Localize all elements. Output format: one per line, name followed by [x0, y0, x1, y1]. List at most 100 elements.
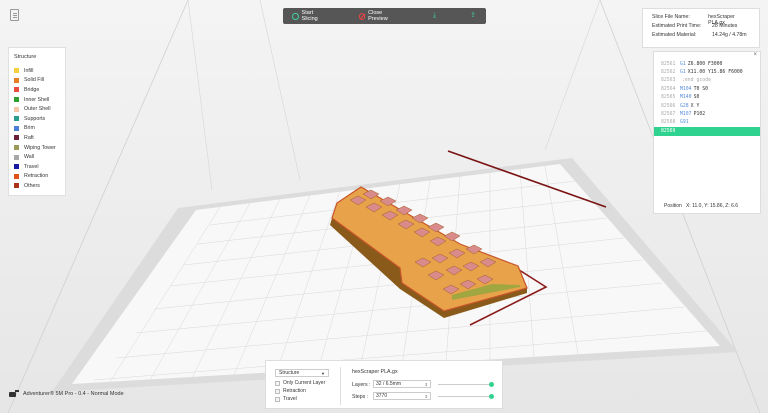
status-bar: Adventurer® 5M Pro - 0.4 - Normal Mode	[9, 390, 124, 398]
position-readout: Position X: 11.0, Y: 15.86, Z: 6.6	[664, 203, 738, 209]
info-key: Estimated Material:	[652, 32, 697, 38]
color-swatch	[14, 125, 19, 131]
legend-label: Wall	[24, 154, 35, 161]
gcode-cmd: G1	[680, 61, 686, 67]
legend-item: Raft	[14, 133, 60, 143]
legend-item: Outer Shell	[14, 104, 60, 114]
retraction-checkbox[interactable]: Retraction	[275, 388, 306, 394]
structure-legend: Structure Infill Solid Fill Bridge Inner Sh…	[8, 47, 66, 196]
legend-label: Brim	[24, 125, 35, 132]
color-swatch	[14, 135, 19, 141]
info-value: 14.24g / 4.78m	[712, 32, 747, 38]
gcode-arg: P102	[693, 112, 706, 118]
gcode-ln: 82562	[661, 70, 676, 76]
close-preview-label: Close Preview	[368, 10, 388, 22]
checkbox-box[interactable]	[275, 396, 280, 402]
color-swatch	[14, 173, 19, 179]
legend-item: Travel	[14, 162, 60, 172]
legend-label: Solid Fill	[24, 77, 45, 84]
file-name: hexScraper PLA.gx	[352, 369, 398, 375]
gcode-cmd: G1	[680, 70, 686, 76]
file-icon[interactable]	[10, 9, 19, 21]
block-icon	[358, 12, 366, 20]
start-slicing-button[interactable]: Start Slicing	[289, 10, 331, 22]
gcode-line[interactable]: 82564 M104 T0 S0	[654, 85, 760, 93]
position-label: Position	[664, 203, 682, 209]
legend-item: Others	[14, 181, 60, 191]
gcode-cmd: M107	[680, 112, 692, 118]
info-row: Estimated Material: 14.24g / 4.78m	[652, 32, 750, 41]
legend-item: Wall	[14, 152, 60, 162]
color-swatch	[14, 106, 19, 112]
gcode-arg: S0	[693, 95, 700, 101]
gcode-ln: 82565	[661, 95, 676, 101]
legend-item: Wiping Tower	[14, 143, 60, 153]
legend-item: Infill	[14, 66, 60, 76]
color-swatch	[14, 116, 19, 122]
travel-checkbox[interactable]: Travel	[275, 396, 297, 402]
gcode-line[interactable]: 82568 G91	[654, 119, 760, 127]
legend-label: Outer Shell	[24, 106, 51, 113]
gcode-arg: T0 S0	[693, 86, 709, 92]
info-row: Estimated Print Time: 28 Minutes	[652, 23, 750, 32]
legend-label: Raft	[24, 134, 34, 141]
gcode-arg: Z6.800 F3000	[687, 61, 723, 67]
gcode-cmd: M104	[680, 86, 692, 92]
info-row: Slice File Name: hexScraper PLA.gx	[652, 14, 750, 26]
legend-item: Bridge	[14, 85, 60, 95]
divider	[340, 367, 341, 405]
layers-slider[interactable]	[438, 382, 494, 387]
view-mode-select[interactable]: Structure ▼	[275, 369, 329, 377]
gcode-cmd: G91	[680, 120, 689, 126]
gcode-line[interactable]: 82569	[654, 127, 760, 136]
download-button[interactable]: ⤓	[428, 10, 442, 22]
gcode-cmd: G28	[680, 103, 689, 109]
color-swatch	[14, 68, 19, 74]
close-preview-button[interactable]: Close Preview	[356, 10, 403, 22]
layer-control-panel: Structure ▼ Only Current Layer Retractio…	[265, 360, 503, 409]
stepper-arrows-icon[interactable]: ⇕	[425, 381, 428, 388]
printer-mode-text: Adventurer® 5M Pro - 0.4 - Normal Mode	[23, 391, 124, 397]
gcode-line[interactable]: 82565 M140 S0	[654, 94, 760, 102]
checkbox-label: Travel	[283, 396, 297, 402]
info-value: 28 Minutes	[712, 23, 738, 29]
close-icon[interactable]: ×	[753, 52, 757, 58]
layers-stepper[interactable]: 32 / 6.5mm ⇕	[373, 380, 431, 388]
gcode-arg: X Y	[690, 103, 700, 109]
steps-stepper[interactable]: 3770 ⇕	[373, 392, 431, 400]
gcode-ln: 82569	[661, 128, 676, 134]
gcode-line[interactable]: 82567 M107 P102	[654, 110, 760, 118]
only-current-layer-checkbox[interactable]: Only Current Layer	[275, 380, 325, 386]
stepper-arrows-icon[interactable]: ⇕	[425, 393, 428, 400]
slider-handle[interactable]	[489, 382, 494, 387]
checkbox-label: Retraction	[283, 388, 306, 394]
legend-item: Retraction	[14, 172, 60, 182]
legend-label: Wiping Tower	[24, 144, 56, 151]
checkbox-box[interactable]	[275, 380, 280, 386]
legend-label: Bridge	[24, 86, 40, 93]
steps-label: Steps :	[352, 394, 369, 400]
slider-handle[interactable]	[489, 394, 494, 399]
gcode-line[interactable]: 82561 G1 Z6.800 F3000	[654, 60, 760, 68]
gcode-ln: 82568	[661, 120, 676, 126]
checkbox-label: Only Current Layer	[283, 380, 326, 386]
view-mode-value: Structure	[279, 370, 300, 376]
gcode-ln: 82561	[661, 61, 676, 67]
gcode-line[interactable]: 82566 G28 X Y	[654, 102, 760, 110]
info-key: Slice File Name:	[652, 14, 690, 20]
gcode-ln: 82567	[661, 112, 676, 118]
checkbox-box[interactable]	[275, 388, 280, 394]
color-swatch	[14, 77, 19, 83]
print-button[interactable]: ⇪	[466, 10, 480, 22]
color-swatch	[14, 164, 19, 170]
play-icon	[292, 12, 299, 20]
steps-slider[interactable]	[438, 394, 494, 399]
gcode-line[interactable]: 82563 ;end gcode	[654, 77, 760, 85]
legend-label: Others	[24, 182, 40, 189]
gcode-ln: 82563	[661, 78, 676, 84]
top-toolbar: Start Slicing Close Preview ⤓ ⇪	[283, 8, 486, 24]
color-swatch	[14, 154, 19, 160]
gcode-line[interactable]: 82562 G1 X11.00 Y15.86 F6000	[654, 68, 760, 76]
color-swatch	[14, 87, 19, 93]
legend-item: Brim	[14, 124, 60, 134]
